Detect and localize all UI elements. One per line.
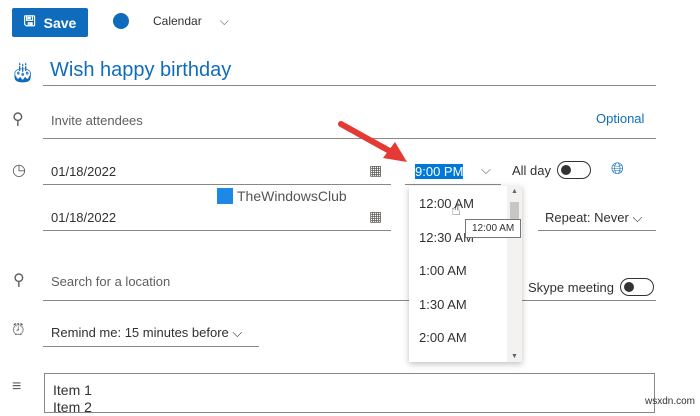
- watermark: TheWindowsClub: [217, 188, 347, 204]
- corner-watermark: wsxdn.com: [645, 396, 696, 407]
- end-date-input[interactable]: 01/18/2022: [51, 210, 116, 225]
- calendar-color-dot: [113, 13, 129, 29]
- save-button[interactable]: 🖫 Save: [12, 8, 88, 37]
- hand-cursor-icon: ☝︎: [451, 202, 461, 219]
- optional-link[interactable]: Optional: [596, 111, 644, 126]
- save-icon: 🖫: [23, 12, 36, 29]
- all-day-label: All day: [512, 163, 552, 178]
- text-lines-icon: ≡: [12, 378, 22, 395]
- calendar-icon[interactable]: ▦: [369, 208, 382, 225]
- location-input[interactable]: Search for a location: [51, 274, 170, 289]
- start-time-input[interactable]: 9:00 PM: [415, 164, 464, 179]
- skype-toggle[interactable]: [620, 278, 654, 296]
- title-input[interactable]: Wish happy birthday: [50, 59, 231, 82]
- timezone-globe-icon[interactable]: 🌐︎: [611, 161, 624, 179]
- tooltip: 12:00 AM: [465, 219, 522, 238]
- reminder-selector[interactable]: Remind me: 15 minutes before ⌵: [51, 325, 242, 341]
- red-arrow-annotation: [338, 121, 407, 162]
- time-option[interactable]: 2:00 AM: [419, 330, 467, 345]
- scrollbar-thumb[interactable]: [510, 202, 519, 220]
- chevron-down-icon[interactable]: ⌵: [481, 162, 491, 178]
- scrollbar[interactable]: ▲ ▼: [507, 186, 522, 362]
- attendees-input[interactable]: Invite attendees: [51, 113, 143, 128]
- time-option[interactable]: 1:00 AM: [419, 263, 467, 278]
- repeat-selector[interactable]: Repeat: Never ⌵: [545, 210, 642, 226]
- skype-label: Skype meeting: [528, 280, 614, 295]
- chevron-down-icon: ⌵: [219, 13, 229, 28]
- time-option[interactable]: 1:30 AM: [419, 297, 467, 312]
- alarm-clock-icon: ⏰︎: [12, 322, 25, 339]
- calendar-selector[interactable]: Calendar ⌵: [113, 13, 229, 29]
- cake-icon: 🎂︎: [10, 62, 36, 84]
- time-dropdown[interactable]: 12:00 AM 12:30 AM 1:00 AM 1:30 AM 2:00 A…: [409, 186, 522, 362]
- all-day-toggle[interactable]: [557, 161, 591, 179]
- location-pin-icon: ⚲: [13, 272, 25, 289]
- person-icon: ⚲: [12, 111, 24, 128]
- body-editor[interactable]: Item 1 Item 2: [44, 373, 655, 415]
- clock-icon: ◷: [12, 162, 26, 179]
- start-date-input[interactable]: 01/18/2022: [51, 164, 116, 179]
- time-option[interactable]: 12:00 AM: [419, 196, 474, 211]
